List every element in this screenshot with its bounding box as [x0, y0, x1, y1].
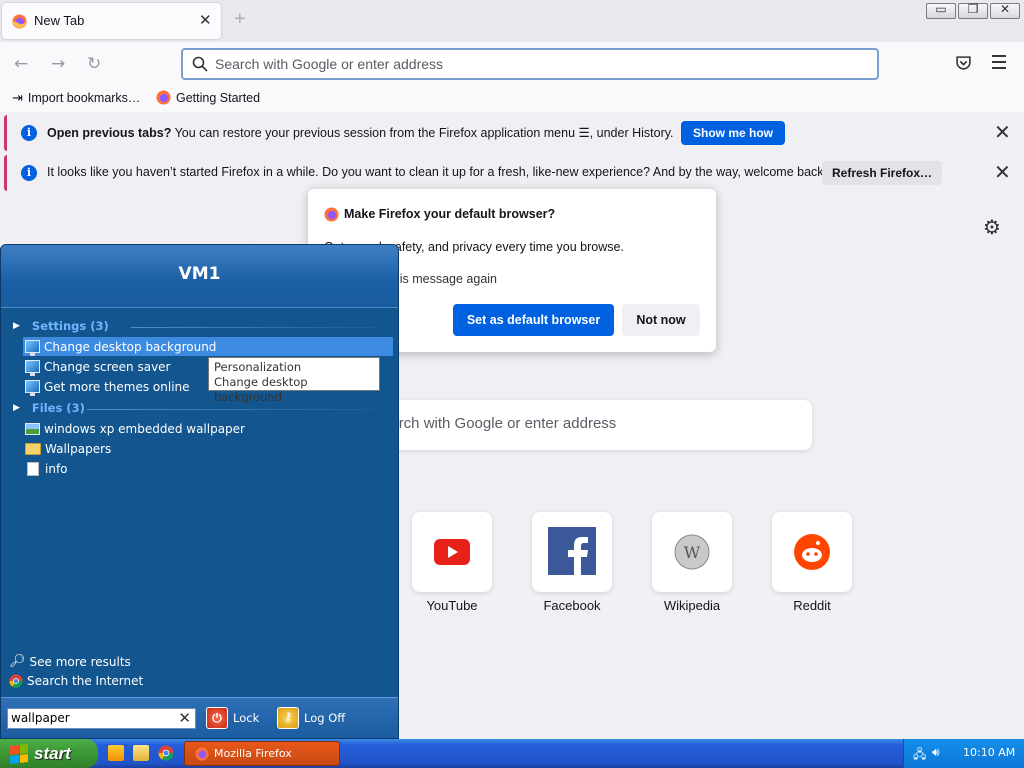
clear-search-icon[interactable]: ✕: [178, 709, 191, 727]
start-search-input[interactable]: [11, 711, 171, 725]
media-player-icon[interactable]: [108, 745, 124, 761]
result-change-screen-saver[interactable]: Change screen saver: [23, 357, 171, 376]
top-site-youtube[interactable]: YouTube: [412, 512, 492, 613]
close-window-button[interactable]: ✕: [990, 2, 1020, 19]
log-off-button[interactable]: ⚷ Log Off: [277, 707, 345, 729]
chrome-icon: [9, 674, 23, 688]
bookmark-import[interactable]: ⇥ Import bookmarks…: [12, 90, 140, 106]
taskbar: start Mozilla Firefox 🖧︎ 🔊︎ 10:10 AM: [0, 739, 1024, 768]
folder-icon: [25, 442, 41, 455]
newtab-search-input[interactable]: [372, 415, 792, 432]
close-notification-icon[interactable]: ✕: [994, 120, 1011, 145]
not-now-button[interactable]: Not now: [622, 304, 700, 336]
import-icon: ⇥: [12, 90, 23, 105]
refresh-firefox-button[interactable]: Refresh Firefox…: [822, 161, 942, 185]
gear-icon[interactable]: ⚙: [983, 215, 1001, 239]
document-icon: [27, 461, 39, 476]
site-label: Reddit: [793, 598, 831, 613]
reload-icon[interactable]: ↻: [87, 54, 101, 74]
files-group-header[interactable]: ▶ Files (3): [13, 401, 393, 415]
tooltip: Personalization Change desktop backgroun…: [208, 357, 380, 404]
minimize-button[interactable]: ▭: [926, 2, 956, 19]
info-icon: i: [21, 165, 37, 181]
close-notification-icon[interactable]: ✕: [994, 160, 1011, 185]
lock-button[interactable]: ⏻ Lock: [206, 707, 259, 729]
key-icon: ⚷: [277, 707, 299, 729]
firefox-icon: [324, 207, 339, 222]
result-get-more-themes[interactable]: Get more themes online: [23, 377, 190, 396]
start-button[interactable]: start: [0, 739, 98, 768]
address-input[interactable]: [215, 54, 855, 74]
set-default-browser-button[interactable]: Set as default browser: [453, 304, 614, 336]
notification-refresh-firefox: i It looks like you haven’t started Fire…: [4, 155, 1020, 191]
wikipedia-icon: W: [674, 534, 710, 570]
result-wallpaper-image[interactable]: windows xp embedded wallpaper: [23, 419, 245, 438]
site-label: Wikipedia: [663, 598, 721, 613]
notification-restore-session: i Open previous tabs? You can restore yo…: [4, 115, 1020, 151]
explorer-icon[interactable]: [133, 745, 149, 761]
navigation-toolbar: ← → ↻: [0, 42, 1024, 86]
restore-button[interactable]: ❐: [958, 2, 988, 19]
bookmark-getting-started[interactable]: Getting Started: [156, 90, 260, 105]
facebook-icon: [548, 527, 596, 575]
clock[interactable]: 10:10 AM: [963, 746, 1015, 759]
start-menu-footer: ✕ ⏻ Lock ⚷ Log Off: [1, 697, 398, 738]
firefox-icon: [156, 90, 171, 105]
notification-title: Open previous tabs?: [47, 126, 172, 140]
site-label: Facebook: [543, 598, 601, 613]
firefox-icon: [12, 14, 27, 29]
tab-close-icon[interactable]: ✕: [199, 11, 212, 29]
info-icon: i: [21, 125, 37, 141]
volume-icon[interactable]: 🔊︎: [932, 745, 940, 760]
start-menu-title: VM1: [1, 245, 398, 308]
forward-arrow-icon[interactable]: →: [51, 54, 65, 74]
taskbar-firefox-button[interactable]: Mozilla Firefox: [184, 741, 340, 766]
reddit-icon: [794, 534, 830, 570]
tab-new-tab[interactable]: New Tab ✕: [2, 3, 221, 39]
start-search-box[interactable]: ✕: [7, 708, 196, 729]
system-tray: 🖧︎ 🔊︎ 10:10 AM: [903, 739, 1024, 768]
site-label: YouTube: [426, 598, 478, 613]
expand-arrow-icon: ▶: [13, 403, 20, 413]
power-icon: ⏻: [206, 707, 228, 729]
newtab-search-box[interactable]: [360, 400, 812, 450]
bookmarks-toolbar: ⇥ Import bookmarks… Getting Started: [0, 86, 1024, 112]
tab-strip: New Tab ✕ + ▭ ❐ ✕: [0, 0, 1024, 42]
top-site-reddit[interactable]: Reddit: [772, 512, 852, 613]
tab-title: New Tab: [34, 13, 85, 28]
start-menu: VM1 ▶ Settings (3) Change desktop backgr…: [0, 244, 399, 739]
display-settings-icon: [25, 360, 40, 376]
address-bar[interactable]: [181, 48, 879, 80]
see-more-results-link[interactable]: 🔎︎ See more results: [9, 654, 131, 669]
firefox-icon: [195, 746, 209, 761]
image-file-icon: [25, 422, 40, 435]
show-me-how-button[interactable]: Show me how: [681, 121, 785, 145]
youtube-icon: [434, 539, 470, 565]
display-settings-icon: [25, 380, 40, 396]
top-site-facebook[interactable]: Facebook: [532, 512, 612, 613]
result-wallpapers-folder[interactable]: Wallpapers: [23, 439, 111, 458]
search-icon: [192, 56, 208, 72]
search-internet-link[interactable]: Search the Internet: [9, 674, 143, 688]
magnifier-icon: 🔎︎: [9, 654, 26, 669]
top-site-wikipedia[interactable]: W Wikipedia: [652, 512, 732, 613]
app-menu-icon[interactable]: [992, 55, 1006, 73]
dialog-title: Make Firefox your default browser?: [344, 207, 556, 221]
display-settings-icon: [25, 340, 40, 356]
result-info-file[interactable]: info: [23, 459, 68, 478]
notification-text: It looks like you haven’t started Firefo…: [47, 165, 828, 179]
windows-logo-icon: [10, 743, 28, 764]
network-icon[interactable]: 🖧︎: [913, 745, 926, 766]
back-arrow-icon[interactable]: ←: [14, 54, 28, 74]
expand-arrow-icon: ▶: [13, 321, 20, 331]
settings-group-header[interactable]: ▶ Settings (3): [13, 319, 393, 333]
svg-text:W: W: [684, 543, 701, 562]
chrome-icon[interactable]: [158, 745, 174, 761]
new-tab-button[interactable]: +: [234, 8, 246, 31]
notification-text: You can restore your previous session fr…: [171, 126, 674, 140]
pocket-icon[interactable]: [955, 55, 972, 72]
result-change-desktop-background[interactable]: Change desktop background: [23, 337, 393, 356]
